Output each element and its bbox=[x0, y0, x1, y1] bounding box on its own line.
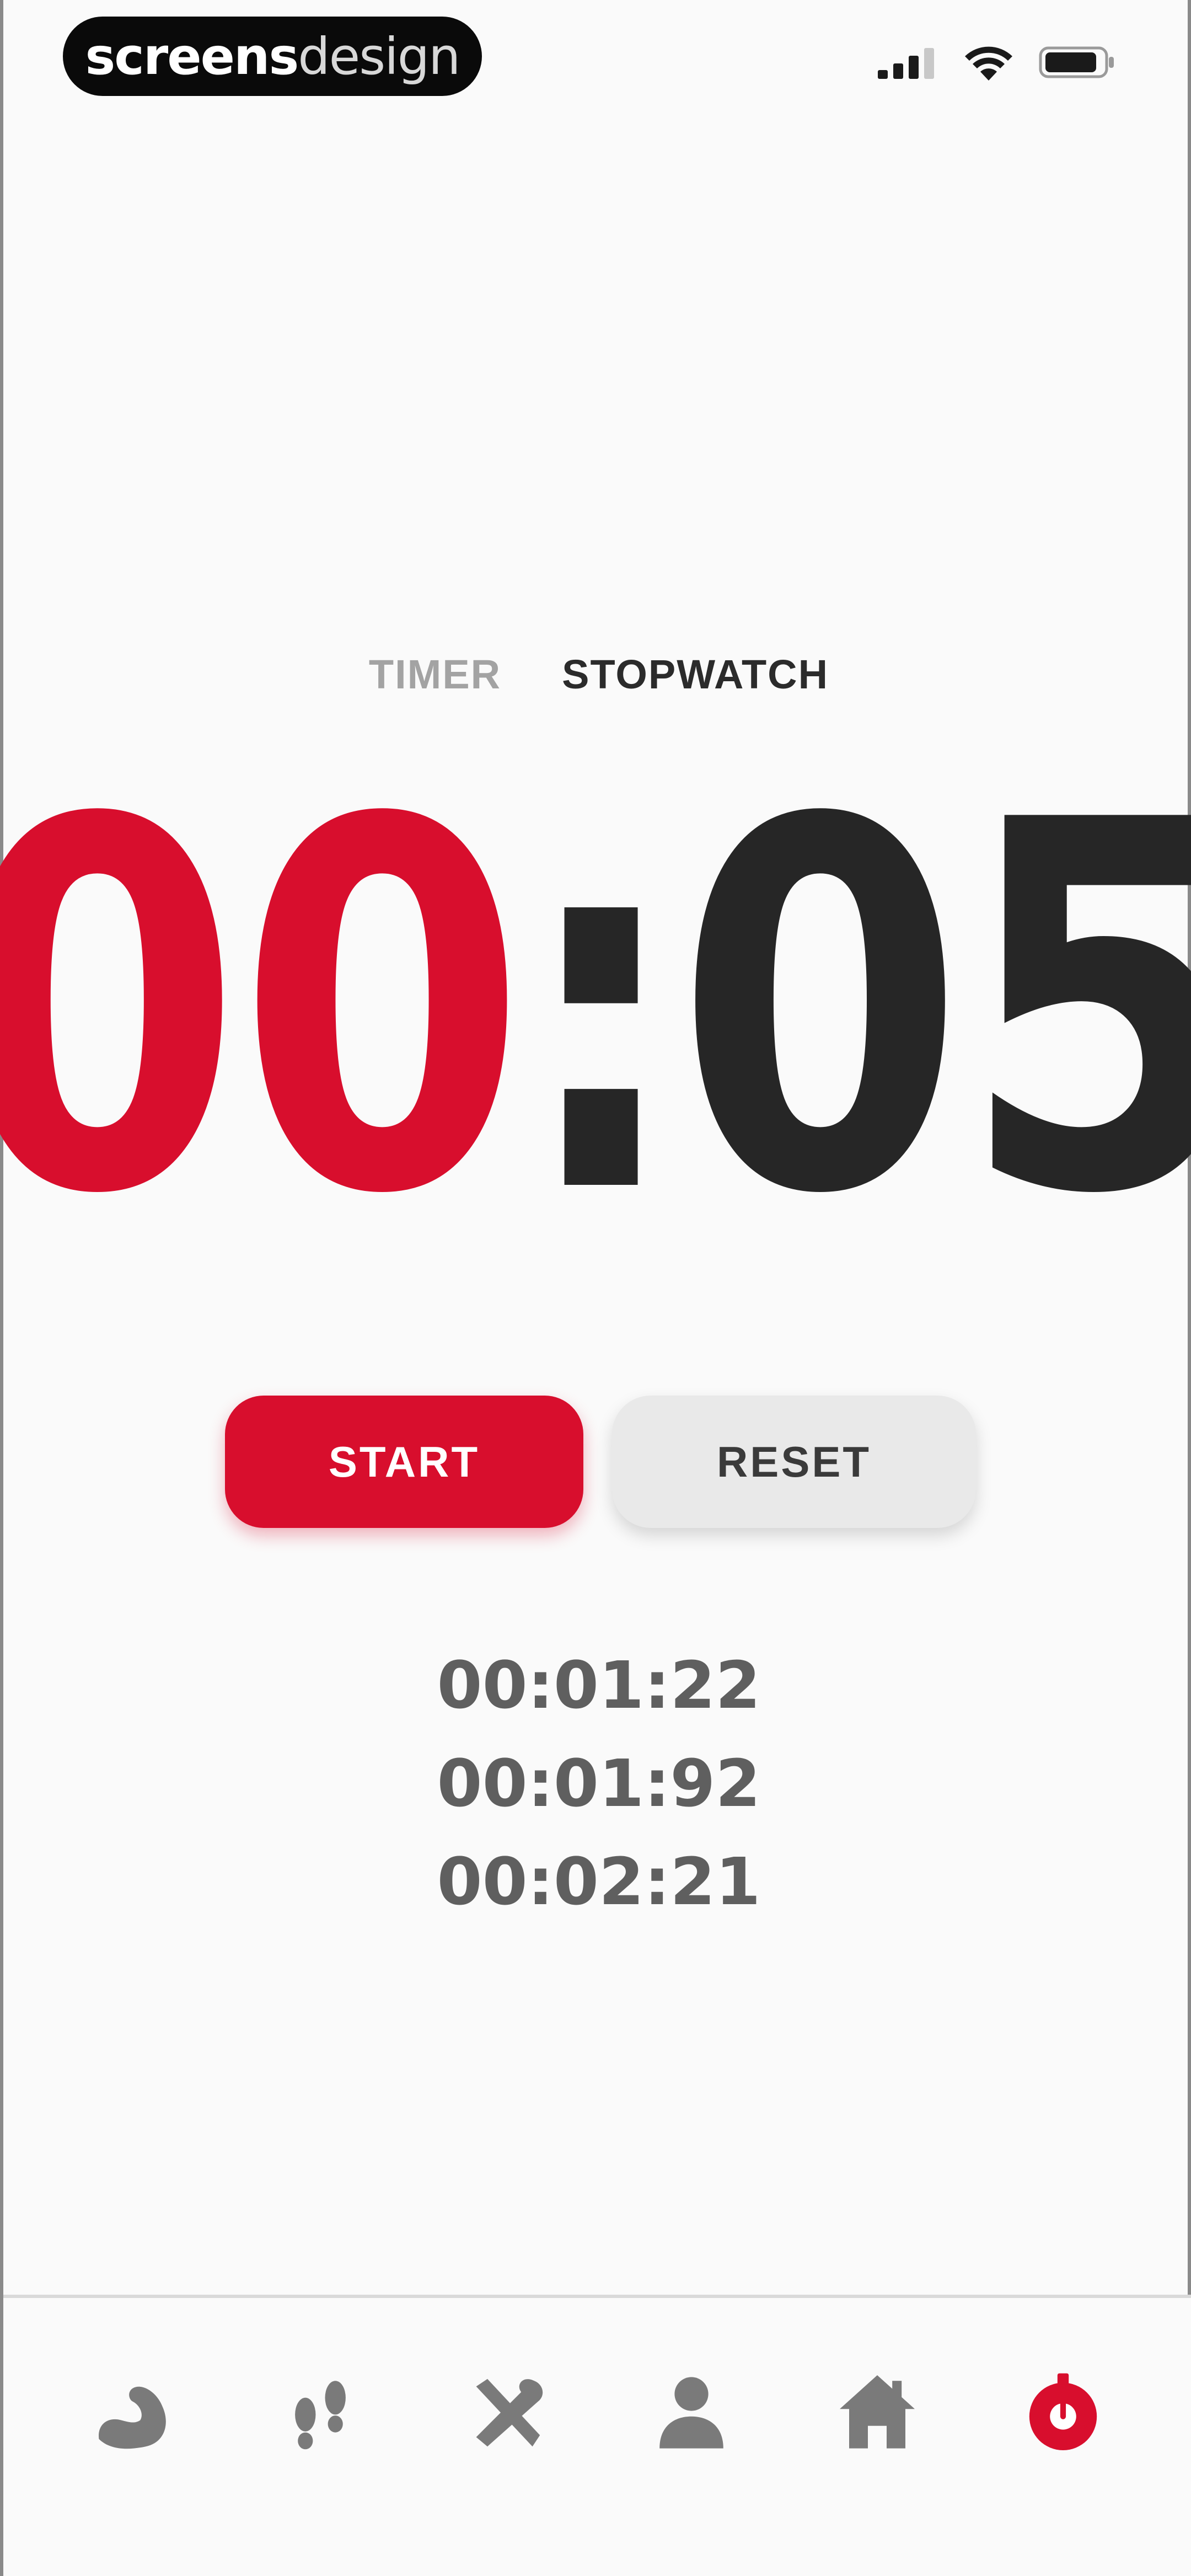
time-display: 00:05 bbox=[0, 714, 1191, 1305]
nav-item-stopwatch[interactable] bbox=[1008, 2359, 1118, 2469]
brand-logo: screens design bbox=[63, 17, 482, 96]
tab-stopwatch[interactable]: STOPWATCH bbox=[562, 651, 829, 698]
home-icon bbox=[830, 2366, 924, 2462]
footprints-icon bbox=[273, 2366, 367, 2462]
lap-list: 00:01:22 00:01:92 00:02:21 bbox=[3, 1649, 1191, 1917]
lap-item: 00:01:22 bbox=[437, 1647, 761, 1723]
wifi-icon bbox=[964, 43, 1013, 84]
status-icons bbox=[878, 43, 1116, 84]
tools-icon bbox=[459, 2366, 553, 2462]
mode-tabs: TIMER STOPWATCH bbox=[3, 651, 1191, 698]
start-button[interactable]: START bbox=[225, 1396, 583, 1528]
brand-light-text: design bbox=[298, 26, 460, 86]
lap-item: 00:02:21 bbox=[437, 1843, 761, 1920]
lap-item: 00:01:92 bbox=[437, 1745, 761, 1821]
stopwatch-icon bbox=[1016, 2366, 1110, 2462]
nav-item-tools[interactable] bbox=[451, 2359, 561, 2469]
brand-bold-text: screens bbox=[85, 26, 299, 86]
tab-timer[interactable]: TIMER bbox=[369, 651, 501, 698]
nav-item-steps[interactable] bbox=[265, 2359, 375, 2469]
nav-item-profile[interactable] bbox=[636, 2359, 747, 2469]
time-seconds: 05 bbox=[675, 714, 1191, 1305]
battery-icon bbox=[1039, 45, 1116, 83]
nav-item-home[interactable] bbox=[822, 2359, 932, 2469]
bottom-nav bbox=[3, 2295, 1191, 2576]
app-screen: screens design TIMER STOPWATCH 00: 05 S… bbox=[0, 0, 1191, 2576]
time-minutes: 00 bbox=[0, 714, 527, 1305]
profile-icon bbox=[645, 2366, 738, 2462]
time-separator: : bbox=[518, 714, 684, 1305]
bicep-icon bbox=[88, 2366, 181, 2462]
signal-icon bbox=[878, 46, 938, 82]
reset-button[interactable]: RESET bbox=[612, 1396, 976, 1528]
nav-item-workouts[interactable] bbox=[79, 2359, 190, 2469]
